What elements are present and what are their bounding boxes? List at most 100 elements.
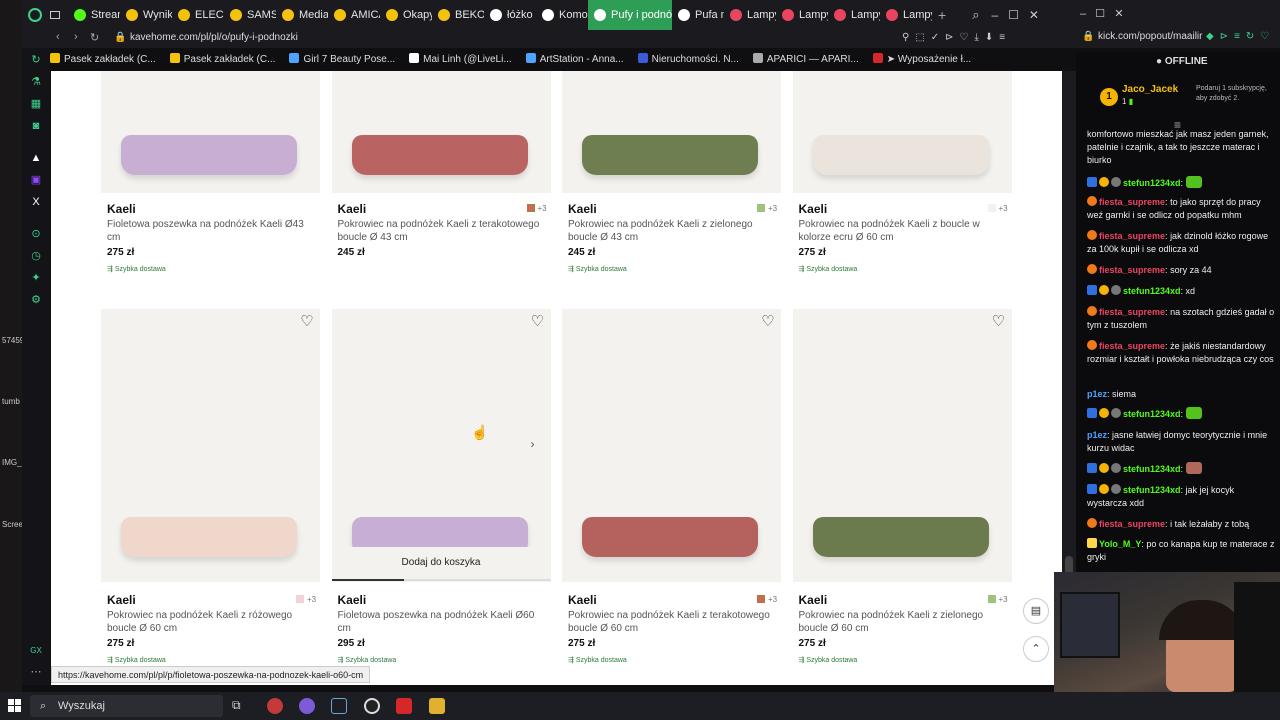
chat-username[interactable]: fiesta_supreme: [1099, 197, 1165, 207]
desktop-label[interactable]: IMG_: [2, 458, 22, 467]
product-description[interactable]: Fioletowa poszewka na podnóżek Kaeli Ø43…: [107, 218, 317, 244]
chat-username[interactable]: p1ez: [1087, 430, 1107, 440]
chat-username[interactable]: fiesta_supreme: [1099, 265, 1165, 275]
task-view-icon[interactable]: ⧉: [232, 698, 248, 714]
history-icon[interactable]: ◷: [30, 250, 42, 262]
chat-username[interactable]: stefun1234xd: [1123, 178, 1181, 188]
new-tab-icon[interactable]: +: [938, 7, 946, 23]
tab-overview-icon[interactable]: [50, 11, 60, 19]
wishlist-heart-icon[interactable]: ♡: [299, 314, 315, 330]
color-swatch[interactable]: +3: [757, 595, 777, 604]
kick-toolbar-icons[interactable]: ◆⊳≡↻♡: [1206, 31, 1275, 42]
chat-username[interactable]: stefun1234xd: [1123, 464, 1181, 474]
product-description[interactable]: Pokrowiec na podnóżek Kaeli z zielonego …: [568, 218, 778, 244]
maximize-icon[interactable]: ☐: [1008, 8, 1019, 22]
opera-gx-taskbar-icon[interactable]: [267, 698, 283, 714]
taskbar-search[interactable]: ⌕ Wyszukaj: [30, 695, 223, 717]
chat-username[interactable]: fiesta_supreme: [1099, 341, 1165, 351]
browser-tab[interactable]: ELECT: [172, 0, 224, 30]
bookmark-item[interactable]: Mai Linh (@LiveLi...: [409, 53, 512, 65]
chat-username[interactable]: fiesta_supreme: [1099, 231, 1165, 241]
next-image-icon[interactable]: ›: [531, 437, 535, 451]
twitch-icon[interactable]: ▣: [30, 174, 42, 186]
obs-taskbar-icon[interactable]: [364, 698, 380, 714]
chat-username[interactable]: stefun1234xd: [1123, 409, 1181, 419]
browser-tab[interactable]: Media: [276, 0, 328, 30]
url-field[interactable]: kavehome.com/pl/pl/o/pufy-i-podnozki: [130, 32, 298, 43]
app-taskbar-icon[interactable]: [299, 698, 315, 714]
browser-tab[interactable]: Pufy i podnó: [588, 0, 672, 30]
browser-tab[interactable]: Lampy: [776, 0, 828, 30]
bookmark-item[interactable]: ➤ Wyposażenie ł...: [872, 53, 971, 65]
color-swatch[interactable]: +3: [987, 204, 1008, 213]
explorer-taskbar-icon[interactable]: [331, 698, 347, 714]
product-description[interactable]: Pokrowiec na podnóżek Kaeli z zielonego …: [799, 609, 1009, 635]
app2-taskbar-icon[interactable]: [396, 698, 412, 714]
scroll-top-button[interactable]: ⌃: [1023, 636, 1049, 662]
speed-dial-icon[interactable]: ↻: [30, 54, 42, 66]
product-description[interactable]: Pokrowiec na podnóżek Kaeli z różowego b…: [107, 609, 317, 635]
chat-username[interactable]: stefun1234xd: [1123, 485, 1181, 495]
back-icon[interactable]: ‹: [56, 31, 60, 43]
kick-url-field[interactable]: kick.com/popout/maailir: [1098, 31, 1202, 42]
browser-tab[interactable]: Pufa n: [672, 0, 724, 30]
gx-icon[interactable]: GX: [28, 645, 44, 657]
wallet-icon[interactable]: ▦: [30, 98, 42, 110]
desktop-label[interactable]: Scree: [2, 520, 23, 529]
browser-tab[interactable]: Okapy: [380, 0, 432, 30]
color-swatch[interactable]: +3: [757, 204, 777, 213]
windows-start-icon[interactable]: [8, 699, 22, 713]
chat-username[interactable]: p1ez: [1087, 389, 1107, 399]
wishlist-heart-icon[interactable]: ♡: [530, 314, 546, 330]
toolbar-icons[interactable]: ⚲⬚✓⊳♡⤓⬇≡: [902, 32, 1011, 43]
color-swatch[interactable]: +3: [526, 204, 547, 213]
browser-tab[interactable]: BEKO: [432, 0, 484, 30]
reload-icon[interactable]: ↻: [90, 31, 99, 44]
desktop-label[interactable]: 57459: [2, 336, 24, 345]
opera-logo-icon[interactable]: [28, 8, 42, 22]
messenger-icon[interactable]: ◙: [30, 120, 42, 132]
top-gifter-name[interactable]: Jaco_Jacek: [1122, 84, 1178, 95]
x-icon[interactable]: X: [30, 196, 42, 208]
color-swatch[interactable]: +3: [296, 595, 316, 604]
browser-tab[interactable]: SAMS: [224, 0, 276, 30]
browser-tab[interactable]: Stream: [68, 0, 120, 30]
bookmark-item[interactable]: ArtStation - Anna...: [525, 53, 624, 65]
browser-tab[interactable]: łóżko: [484, 0, 536, 30]
ai-icon[interactable]: ⚗: [30, 76, 42, 88]
bookmark-item[interactable]: Pasek zakładek (C...: [50, 53, 156, 65]
minimize-icon[interactable]: –: [991, 8, 998, 22]
chat-button[interactable]: ▤: [1023, 598, 1049, 624]
browser-tab[interactable]: Komo: [536, 0, 588, 30]
bookmark-item[interactable]: Nieruchomości. N...: [637, 53, 739, 65]
chat-username[interactable]: stefun1234xd: [1123, 286, 1181, 296]
chat-username[interactable]: fiesta_supreme: [1099, 519, 1165, 529]
close-icon[interactable]: ✕: [1029, 8, 1039, 22]
wishlist-heart-icon[interactable]: ♡: [991, 314, 1007, 330]
browser-tab[interactable]: Lampy: [724, 0, 776, 30]
add-to-cart-button[interactable]: Dodaj do koszyka: [331, 547, 551, 579]
more-icon[interactable]: ⋯: [30, 666, 42, 678]
product-description[interactable]: Pokrowiec na podnóżek Kaeli z terakotowe…: [338, 218, 548, 244]
bookmark-item[interactable]: Pasek zakładek (C...: [169, 53, 275, 65]
player-icon[interactable]: ⊙: [30, 228, 42, 240]
browser-tab[interactable]: Lampy: [828, 0, 880, 30]
extensions-icon[interactable]: ✦: [30, 272, 42, 284]
app-icon[interactable]: ▲: [30, 152, 42, 164]
bookmark-item[interactable]: APARICI — APARI...: [752, 53, 859, 65]
chat-username[interactable]: Yolo_M_Y: [1099, 539, 1141, 549]
settings-icon[interactable]: ⚙: [30, 294, 42, 306]
browser-tab[interactable]: Wynik: [120, 0, 172, 30]
search-icon[interactable]: ⌕: [972, 7, 979, 23]
color-swatch[interactable]: +3: [987, 595, 1008, 604]
product-description[interactable]: Pokrowiec na podnóżek Kaeli z boucle w k…: [799, 218, 1009, 244]
chat-username[interactable]: fiesta_supreme: [1099, 307, 1165, 317]
lol-taskbar-icon[interactable]: [429, 698, 445, 714]
wishlist-heart-icon[interactable]: ♡: [760, 314, 776, 330]
product-description[interactable]: Pokrowiec na podnóżek Kaeli z terakotowe…: [568, 609, 778, 635]
forward-icon[interactable]: ›: [74, 31, 78, 43]
browser-tab[interactable]: Lampy: [880, 0, 932, 30]
kick-window-controls[interactable]: – ☐ ✕: [1080, 7, 1124, 20]
desktop-label[interactable]: tumb: [2, 397, 20, 406]
product-description[interactable]: Fioletowa poszewka na podnóżek Kaeli Ø60…: [338, 609, 548, 635]
